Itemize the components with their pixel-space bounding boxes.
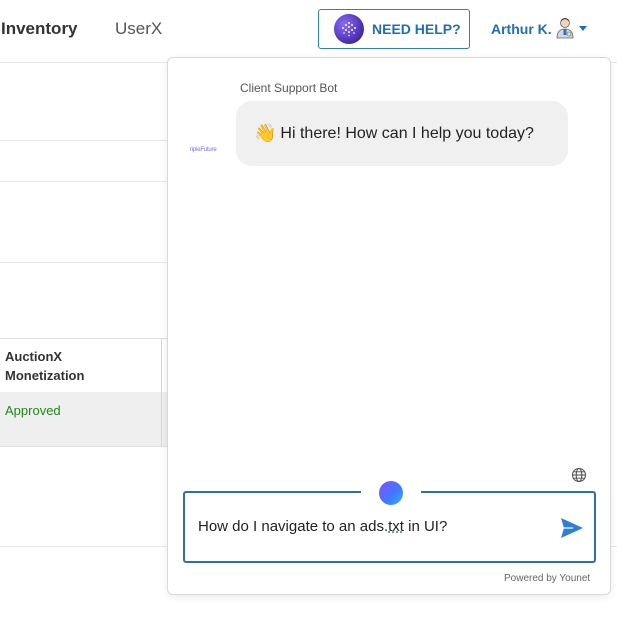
globe-icon[interactable] [571, 467, 587, 483]
nav-tab-userx[interactable]: UserX [115, 19, 162, 39]
need-help-button[interactable]: NEED HELP? [318, 9, 470, 49]
bot-avatar: ripleFuture [190, 147, 217, 153]
divider [0, 181, 168, 182]
column-header-auctionx-monetization[interactable]: AuctionX Monetization [5, 347, 145, 385]
assistant-orb-icon [379, 481, 403, 505]
table-row [0, 392, 168, 447]
status-approved: Approved [5, 403, 61, 418]
user-menu-name[interactable]: Arthur K. [491, 21, 552, 37]
input-text-suffix: in UI? [403, 518, 448, 535]
input-text-spellcheck: txt [388, 518, 404, 535]
bot-message-text: Hi there! How can I help you today? [280, 124, 534, 142]
divider [0, 140, 168, 141]
divider [0, 262, 168, 263]
input-text-prefix: How do I navigate to an ads. [198, 518, 389, 535]
user-avatar-icon[interactable] [555, 17, 575, 39]
nav-tab-inventory[interactable]: Inventory [1, 19, 78, 39]
top-navigation: Inventory UserX NEED HELP? Arthur K. [0, 0, 617, 63]
need-help-label: NEED HELP? [372, 21, 461, 37]
column-divider [161, 338, 162, 446]
column-header-line1: AuctionX [5, 349, 63, 364]
bot-message-bubble: 👋 Hi there! How can I help you today? [236, 101, 568, 166]
send-icon[interactable] [560, 517, 584, 539]
chat-input[interactable]: How do I navigate to an ads.txt in UI? [183, 481, 596, 563]
column-header-line2: Monetization [5, 368, 85, 383]
powered-by-label: Powered by Younet [504, 573, 591, 584]
chat-input-value: How do I navigate to an ads.txt in UI? [198, 518, 447, 535]
bot-logo-icon [334, 14, 364, 44]
wave-emoji-icon: 👋 [254, 123, 277, 143]
bot-name: Client Support Bot [240, 81, 338, 95]
chevron-down-icon[interactable] [579, 26, 587, 31]
chat-panel: Client Support Bot ripleFuture 👋 Hi ther… [167, 57, 611, 595]
